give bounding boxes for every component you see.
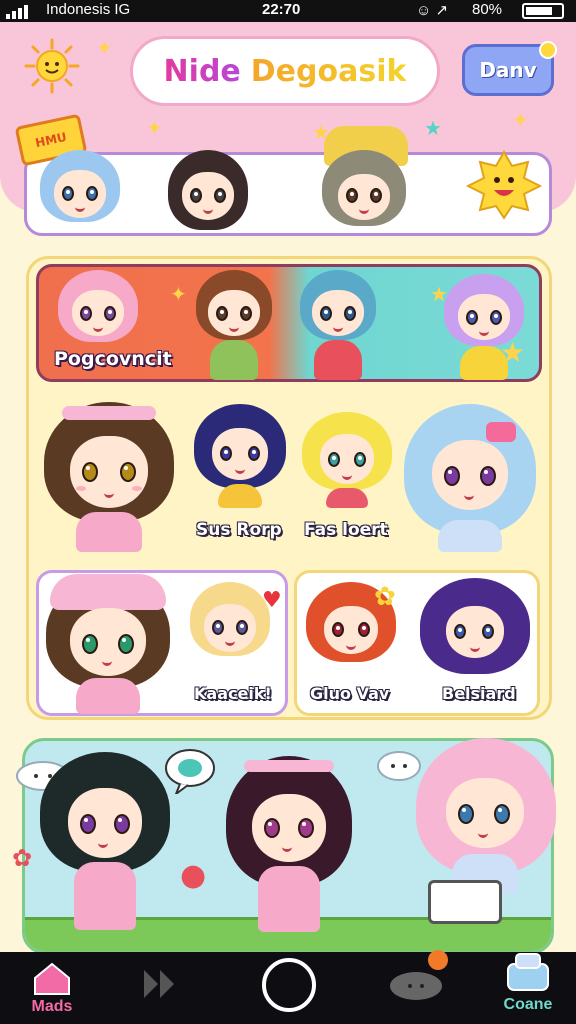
signal-icon [6, 5, 28, 19]
header-action-label: Danv [479, 58, 537, 82]
title-part-1: Nide [163, 53, 241, 89]
flower-icon: ✿ [374, 582, 396, 612]
character-avatar[interactable] [444, 274, 524, 380]
character-caption: Fas loert [304, 520, 388, 540]
heart-icon: ♥ [262, 588, 282, 613]
nav-item-mads[interactable]: Mads [20, 960, 84, 1016]
character-avatar[interactable] [300, 270, 376, 380]
card-label: Kaaceik! [194, 684, 272, 703]
carrier-label: Indonesis IG [46, 1, 131, 18]
character-avatar[interactable] [40, 150, 120, 234]
character-avatar[interactable] [42, 568, 174, 714]
card-label: Gluo Vav [310, 684, 390, 703]
character-caption: Sus Rorp [196, 520, 282, 540]
character-avatar[interactable] [420, 578, 530, 678]
flower-icon: ✿ [12, 844, 33, 872]
sun-icon [24, 38, 80, 94]
nav-label-mads: Mads [31, 998, 73, 1015]
character-avatar[interactable] [318, 126, 408, 234]
nav-item-coane[interactable]: Coane [496, 950, 560, 1014]
character-avatar[interactable] [404, 404, 536, 552]
character-avatar[interactable] [410, 738, 560, 928]
clock: 22:70 [262, 1, 301, 18]
character-avatar[interactable] [194, 404, 286, 508]
nav-label-coane: Coane [503, 996, 553, 1013]
speech-bubble-icon [165, 749, 215, 794]
nav-item-weather[interactable] [386, 946, 456, 1006]
star-icon: ✦ [146, 116, 163, 140]
character-avatar[interactable] [196, 270, 272, 380]
home-icon [34, 962, 70, 995]
battery-icon [522, 3, 564, 19]
star-icon: ✦ [170, 282, 187, 306]
weather-cloud-icon [390, 950, 448, 1000]
star-icon: ★ [424, 116, 442, 140]
star-icon: ✦ [512, 108, 529, 132]
character-avatar[interactable] [226, 756, 352, 932]
card-label: Belsiard [442, 684, 516, 703]
star-icon: ✦ [96, 36, 113, 60]
status-bar: Indonesis IG 22:70 ☺ ↗ 80% [0, 0, 576, 22]
character-avatar[interactable] [302, 412, 392, 508]
character-avatar[interactable] [44, 402, 174, 552]
camera-shutter-icon[interactable] [262, 958, 316, 1012]
character-avatar[interactable] [168, 150, 248, 234]
character-avatar[interactable] [58, 270, 138, 350]
bed-icon [507, 953, 549, 991]
play-icon [144, 970, 174, 998]
sparkle-icon [539, 41, 557, 59]
character-avatar[interactable] [40, 752, 170, 930]
bird-icon: ● [180, 858, 207, 893]
sun-mascot-icon [465, 149, 543, 220]
title-part-2: Degoasik [250, 53, 407, 89]
header-action-button[interactable]: Danv [462, 41, 557, 96]
banner-label: Pogcovncit [54, 348, 172, 370]
nav-item-play[interactable] [140, 966, 180, 1002]
status-icons: ☺ ↗ [416, 2, 449, 19]
battery-percent: 80% [472, 1, 503, 18]
app-title: Nide Degoasik [130, 36, 440, 106]
character-avatar[interactable] [190, 582, 270, 678]
